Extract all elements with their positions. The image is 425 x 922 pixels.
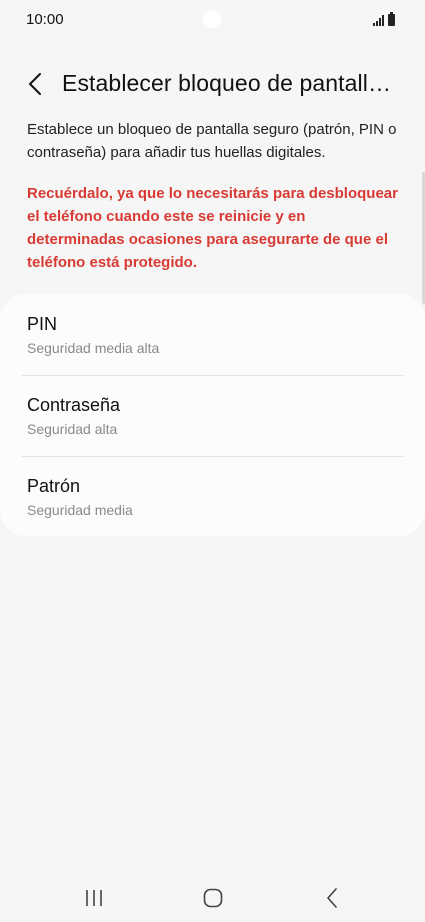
option-subtitle: Seguridad media bbox=[27, 502, 133, 518]
warning-text: Recuérdalo, ya que lo necesitarás para d… bbox=[27, 185, 398, 271]
description-text: Establece un bloqueo de pantalla seguro … bbox=[27, 121, 397, 161]
page-title: Establecer bloqueo de pantall… bbox=[62, 70, 392, 96]
back-button[interactable] bbox=[20, 66, 50, 102]
home-button[interactable] bbox=[193, 882, 233, 914]
nav-back-button[interactable] bbox=[312, 882, 352, 914]
option-subtitle: Seguridad alta bbox=[27, 421, 118, 437]
lock-options-card: PIN Seguridad media alta Contraseña Segu… bbox=[0, 294, 425, 536]
status-time: 10:00 bbox=[26, 11, 64, 28]
option-pin[interactable]: PIN Seguridad media alta bbox=[0, 294, 425, 375]
recents-button[interactable] bbox=[74, 882, 114, 914]
option-pattern[interactable]: Patrón Seguridad media bbox=[0, 456, 425, 537]
option-subtitle: Seguridad media alta bbox=[27, 340, 160, 356]
navigation-bar bbox=[0, 874, 425, 922]
camera-cutout bbox=[203, 10, 221, 28]
header: Establecer bloqueo de pantall… bbox=[0, 62, 425, 106]
signal-icon bbox=[373, 14, 384, 26]
option-title: Contraseña bbox=[27, 395, 121, 415]
status-bar: 10:00 bbox=[0, 0, 425, 38]
option-title: Patrón bbox=[27, 476, 81, 496]
option-title: PIN bbox=[27, 314, 58, 334]
recents-icon bbox=[86, 890, 102, 906]
battery-icon bbox=[388, 12, 395, 26]
chevron-left-icon bbox=[29, 73, 41, 95]
back-icon bbox=[327, 888, 337, 908]
option-password[interactable]: Contraseña Seguridad alta bbox=[0, 375, 425, 456]
home-icon bbox=[203, 888, 223, 908]
status-icons bbox=[373, 12, 395, 26]
